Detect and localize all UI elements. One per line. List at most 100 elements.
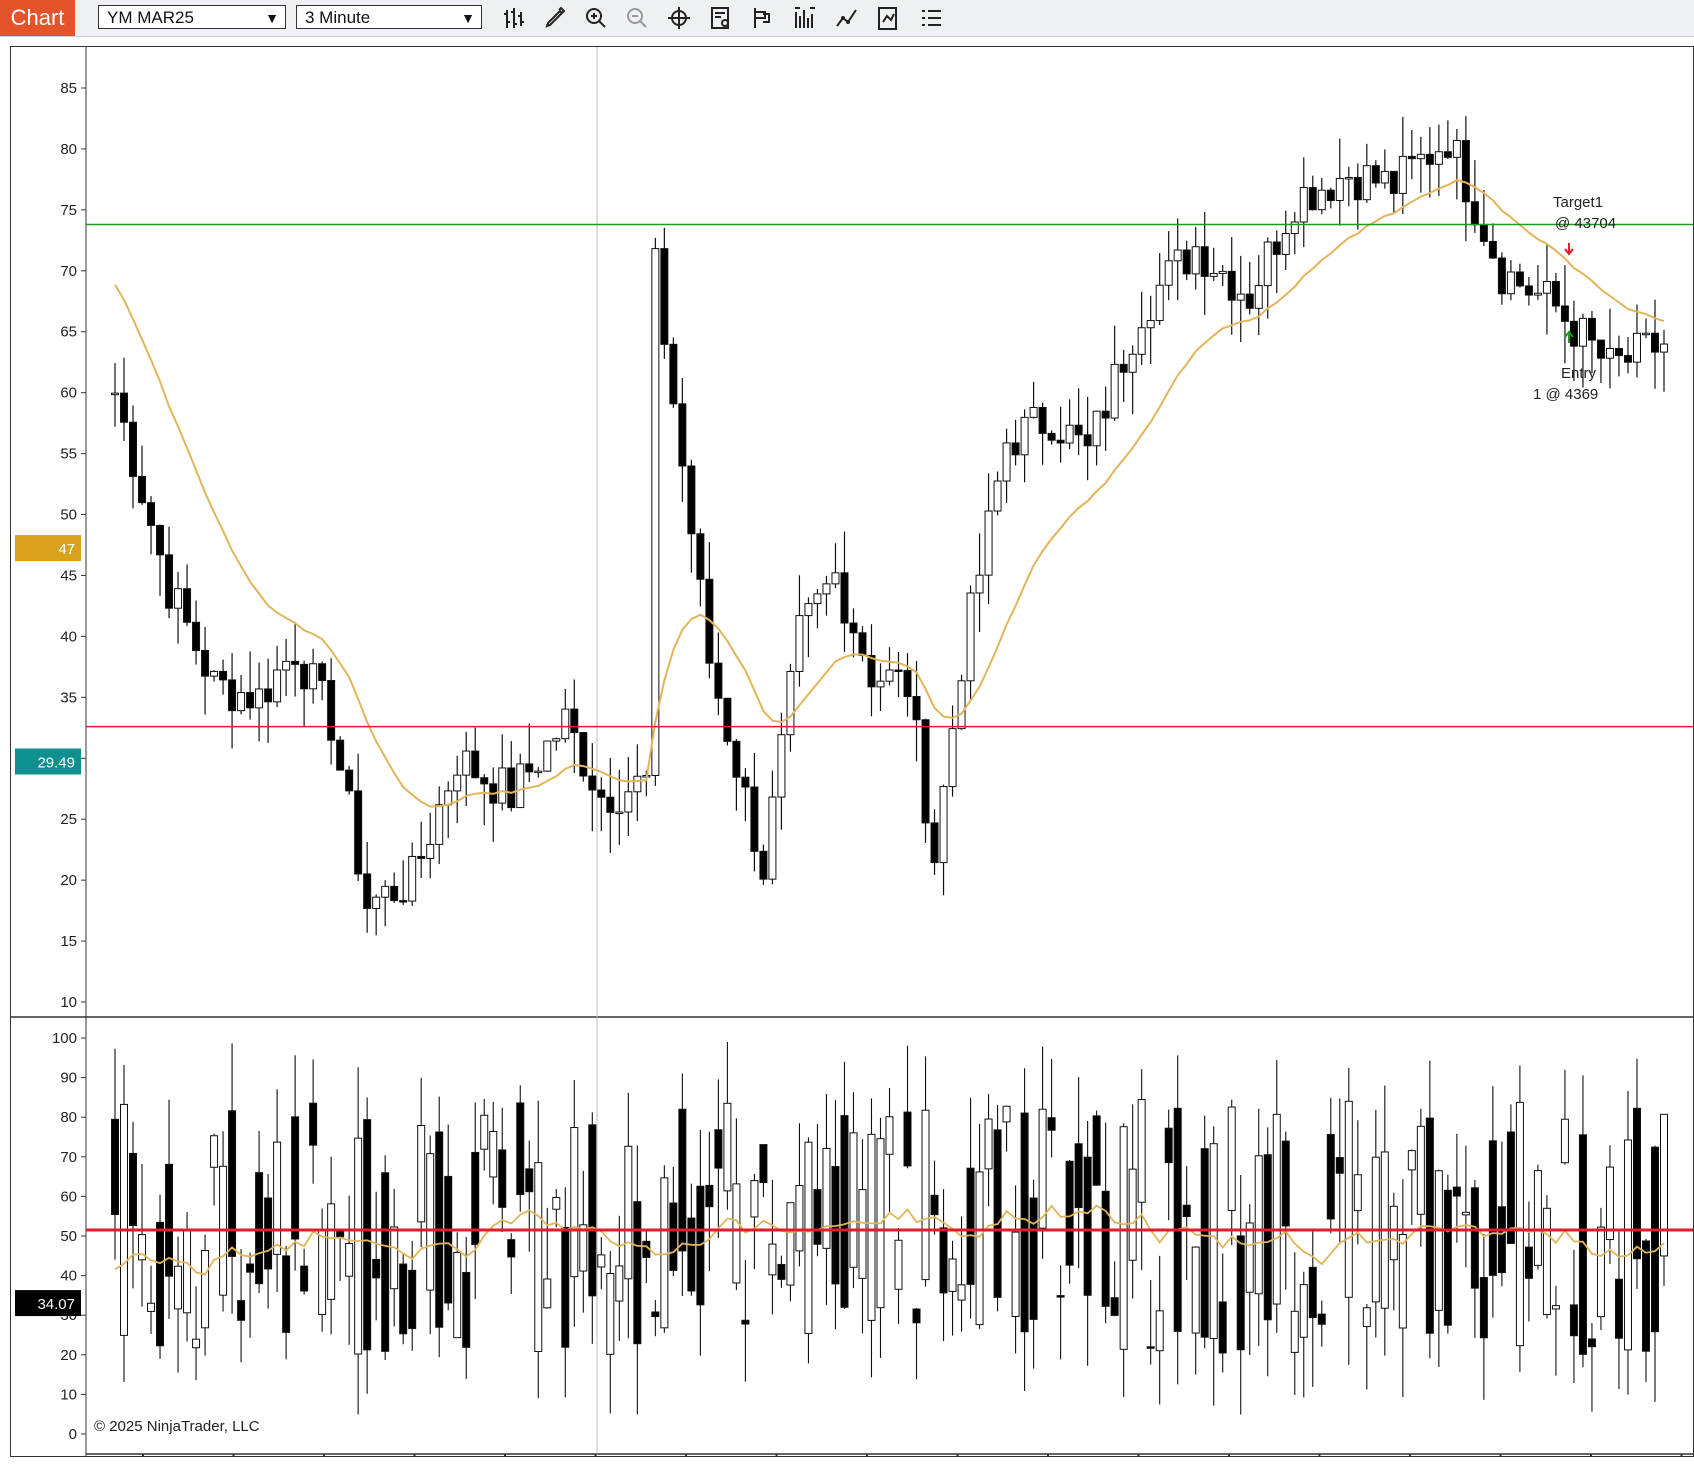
osc-candle [1263, 1154, 1272, 1321]
price-candle [768, 796, 777, 880]
osc-candle [129, 1152, 138, 1227]
price-candle [129, 421, 138, 477]
osc-candle [957, 1284, 966, 1301]
price-candle [255, 688, 264, 709]
osc-candle [237, 1300, 246, 1321]
osc-candle [1515, 1101, 1524, 1347]
price-candle [363, 873, 372, 909]
osc-candle [552, 1197, 561, 1210]
osc-candle [633, 1201, 642, 1345]
osc-candle [1137, 1099, 1146, 1203]
data-box-icon[interactable] [706, 4, 736, 32]
osc-tick-label: 100 [52, 1030, 77, 1047]
chart-svg[interactable]: 8580757065605550454035302520151010090807… [11, 47, 1693, 1456]
price-candle [1155, 284, 1164, 322]
osc-candle [939, 1227, 948, 1294]
osc-candle [1029, 1197, 1038, 1320]
osc-candle [516, 1102, 525, 1196]
osc-candle [1299, 1284, 1308, 1338]
zoom-out-icon[interactable] [622, 4, 652, 32]
price-candle [1038, 406, 1047, 434]
price-candle [417, 855, 426, 859]
copyright-text: © 2025 NinjaTrader, LLC [94, 1418, 260, 1435]
price-candle [1065, 424, 1074, 444]
osc-candle [1362, 1307, 1371, 1328]
price-candle [1200, 246, 1209, 277]
y-tick-label: 55 [60, 446, 77, 463]
osc-candle [462, 1271, 471, 1348]
osc-candle [1443, 1189, 1452, 1326]
osc-candle [246, 1263, 255, 1273]
price-candle [759, 850, 768, 880]
price-candle [579, 732, 588, 777]
properties-icon[interactable] [873, 4, 903, 32]
osc-candle [1416, 1125, 1425, 1215]
osc-candle [930, 1194, 939, 1216]
price-candle [966, 592, 975, 682]
osc-candle [741, 1319, 750, 1325]
object-list-icon[interactable] [916, 4, 946, 32]
price-candle [399, 900, 408, 903]
price-candle [858, 632, 867, 657]
instrument-selector[interactable]: YM MAR25 ▼ [98, 5, 286, 29]
osc-candle [327, 1203, 336, 1300]
osc-candle [345, 1242, 354, 1277]
osc-candle [1632, 1107, 1641, 1260]
osc-candle [1470, 1187, 1479, 1289]
chevron-down-icon: ▼ [461, 10, 475, 26]
osc-candle [1488, 1140, 1497, 1276]
price-candle [165, 554, 174, 609]
crosshair-icon[interactable] [664, 4, 694, 32]
osc-tick-label: 50 [60, 1228, 77, 1245]
bar-type-icon[interactable] [500, 4, 530, 32]
price-candle [1380, 170, 1389, 184]
osc-tick-label: 70 [60, 1149, 77, 1166]
price-candle [435, 804, 444, 845]
osc-candle [1173, 1107, 1182, 1332]
chart-tab[interactable]: Chart [0, 0, 75, 36]
osc-marker-black: 34.07 [37, 1296, 75, 1313]
osc-candle [588, 1124, 597, 1297]
osc-candle [354, 1137, 363, 1355]
osc-candle [840, 1115, 849, 1308]
price-candle [111, 392, 119, 396]
osc-candle [1551, 1305, 1560, 1310]
chart-area[interactable]: 8580757065605550454035302520151010090807… [10, 46, 1694, 1457]
strategy-icon[interactable] [748, 4, 778, 32]
osc-candle [426, 1153, 435, 1291]
osc-candle [597, 1254, 606, 1268]
zoom-in-icon[interactable] [581, 4, 611, 32]
osc-candle [381, 1172, 390, 1352]
price-candle [1083, 434, 1092, 447]
chart-style-icon[interactable] [832, 4, 862, 32]
price-candle [1497, 257, 1506, 295]
price-candles [111, 116, 1668, 936]
osc-candle [1065, 1160, 1074, 1266]
osc-candle [1560, 1118, 1569, 1164]
interval-selector[interactable]: 3 Minute ▼ [296, 5, 482, 29]
osc-candle [1479, 1277, 1488, 1339]
price-candle [921, 719, 930, 824]
osc-candle [1074, 1143, 1083, 1209]
price-candle [264, 688, 273, 703]
price-candle [1101, 410, 1110, 419]
price-candle [1542, 280, 1551, 294]
osc-candle [111, 1118, 119, 1215]
osc-candle [1344, 1100, 1353, 1298]
indicators-icon[interactable] [790, 4, 820, 32]
y-tick-label: 50 [60, 507, 77, 524]
price-candle [1020, 416, 1029, 456]
price-candle [507, 767, 516, 809]
osc-candle [1407, 1150, 1416, 1171]
osc-candle [1650, 1146, 1659, 1333]
osc-candle [1056, 1295, 1065, 1298]
osc-candle [1335, 1157, 1344, 1174]
price-candle [1272, 241, 1281, 255]
price-candle [1209, 272, 1218, 277]
osc-candle [777, 1263, 786, 1280]
osc-candle [1326, 1134, 1335, 1220]
osc-candle [615, 1265, 624, 1302]
pencil-icon[interactable] [540, 4, 570, 32]
price-candle [867, 655, 876, 688]
price-marker-gold: 47 [58, 541, 75, 558]
